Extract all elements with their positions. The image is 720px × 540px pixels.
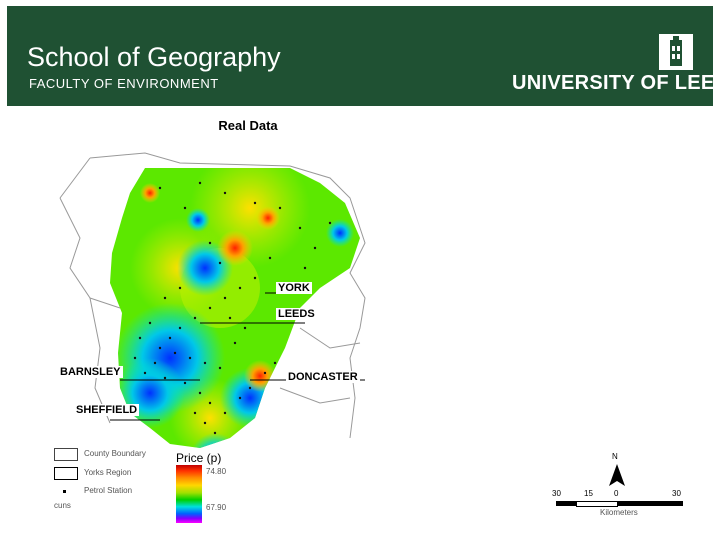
price-legend-title: Price (p) <box>176 451 222 465</box>
price-color-ramp <box>176 465 202 523</box>
scale-label-zero: 0 <box>614 489 619 498</box>
scale-label-right: 30 <box>672 489 681 498</box>
header-banner: School of Geography FACULTY OF ENVIRONME… <box>7 6 720 106</box>
city-label-leeds: LEEDS <box>276 308 317 320</box>
legend-region-label: Yorks Region <box>84 468 132 477</box>
faculty-subtitle: FACULTY OF ENVIRONMENT <box>29 76 219 91</box>
legend-county-swatch <box>54 448 78 461</box>
city-label-doncaster: DONCASTER <box>286 371 360 383</box>
scale-unit-label: Kilometers <box>600 508 638 517</box>
scalebar-seg-3 <box>617 501 683 506</box>
north-label: N <box>612 452 618 461</box>
scalebar-seg-2 <box>576 501 618 507</box>
legend-station-dot <box>63 490 66 493</box>
city-label-york: YORK <box>276 282 312 294</box>
legend-region-swatch <box>54 467 78 480</box>
figure-title: Real Data <box>218 118 278 133</box>
price-min-label: 67.90 <box>206 503 227 512</box>
legend-county-label: County Boundary <box>84 449 146 458</box>
scale-label-mid: 15 <box>584 489 593 498</box>
school-title: School of Geography <box>27 42 281 72</box>
city-label-sheffield: SHEFFIELD <box>74 404 140 416</box>
price-surface-map <box>59 152 366 448</box>
scale-label-left: 30 <box>552 489 561 498</box>
university-name: UNIVERSITY OF LEEDS <box>512 72 720 94</box>
legend-station-label: Petrol Station <box>84 486 133 495</box>
north-arrow-icon <box>609 464 625 486</box>
map-figure: Real Data YORK LEEDS BARNSLEY DONCASTER … <box>50 110 430 523</box>
city-label-barnsley: BARNSLEY <box>58 366 123 378</box>
university-crest-icon <box>659 34 693 70</box>
price-max-label: 74.80 <box>206 467 227 476</box>
scalebar-seg-1 <box>556 501 576 506</box>
legend-footer-text: cuns <box>54 501 71 510</box>
